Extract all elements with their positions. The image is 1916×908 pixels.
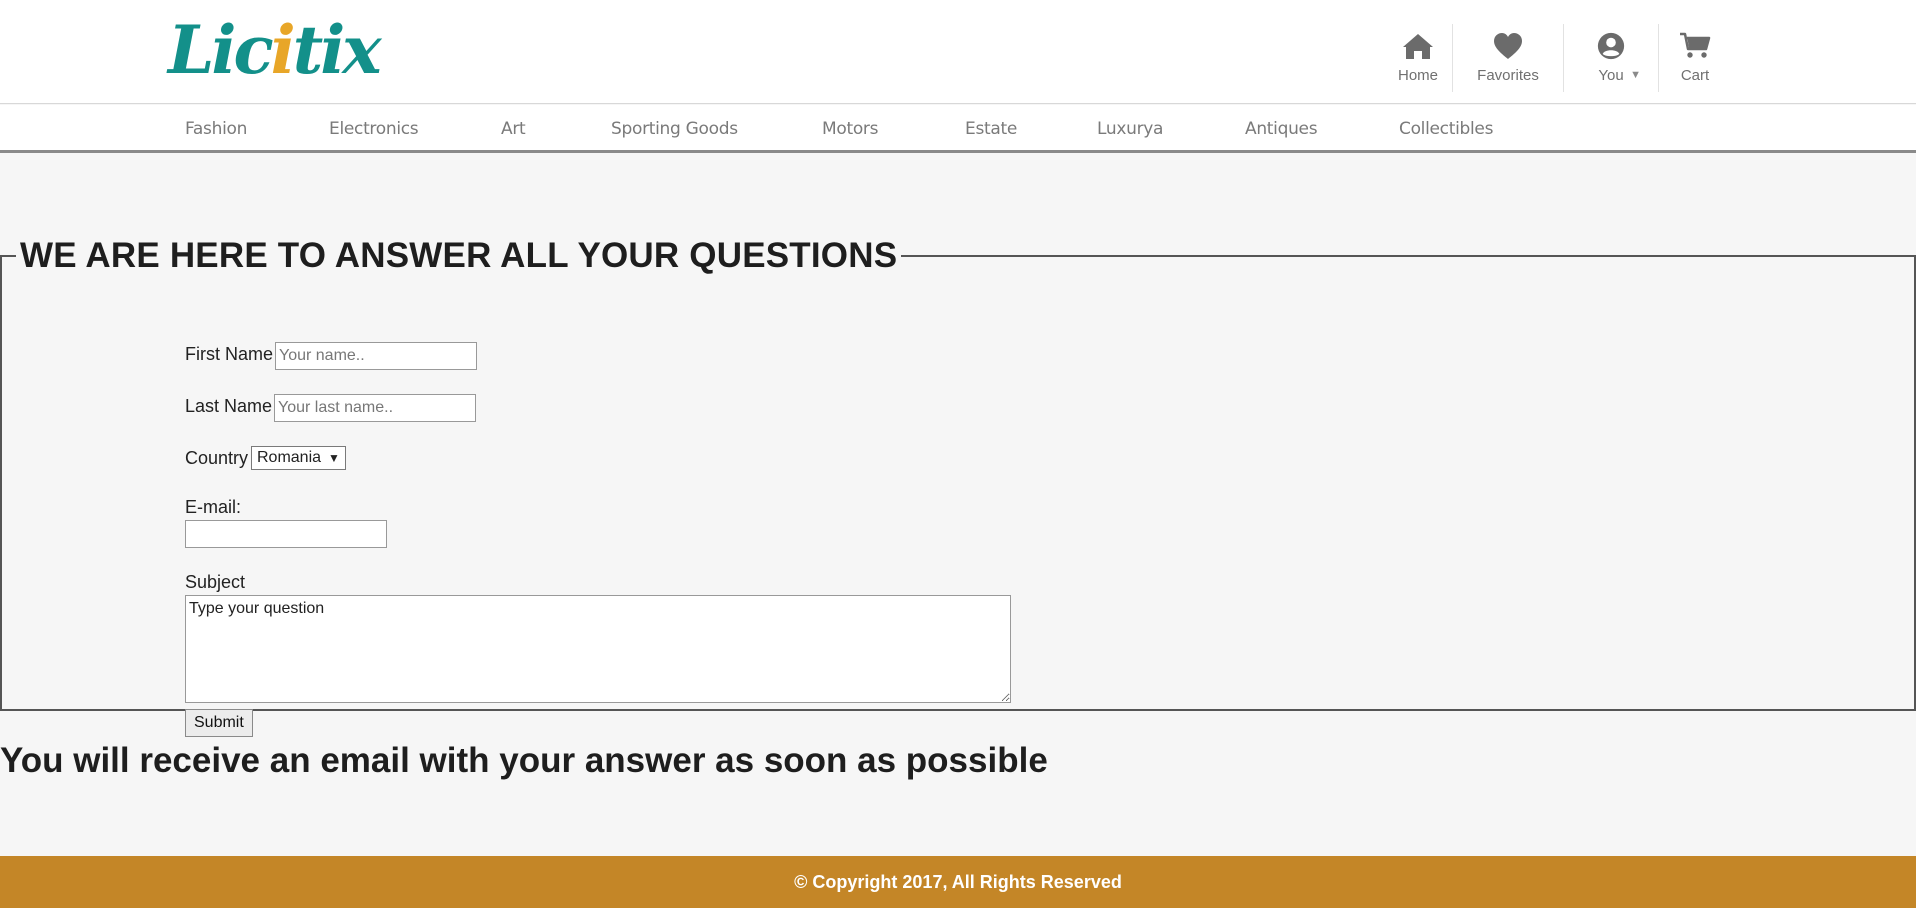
site-logo[interactable]: Lic i tix [168, 11, 382, 89]
category-estate[interactable]: Estate [965, 119, 1017, 139]
nav-account-label: You [1598, 67, 1624, 84]
category-fashion[interactable]: Fashion [185, 119, 247, 139]
first-name-input[interactable] [275, 342, 477, 370]
subject-label: Subject [185, 572, 246, 592]
nav-favorites-label: Favorites [1477, 67, 1539, 84]
country-select[interactable]: Romania ▼ [251, 446, 346, 470]
last-name-input[interactable] [274, 394, 476, 422]
category-luxurya[interactable]: Luxurya [1097, 119, 1163, 139]
category-art[interactable]: Art [501, 119, 526, 139]
select-arrow-icon: ▼ [328, 451, 340, 465]
first-name-label: First Name [185, 344, 274, 364]
caret-down-icon[interactable]: ▼ [1630, 69, 1641, 81]
nav-cart-label: Cart [1680, 67, 1710, 84]
country-label: Country [185, 448, 249, 468]
category-electronics[interactable]: Electronics [329, 119, 419, 139]
last-name-label: Last Name [185, 396, 273, 416]
user-circle-icon [1597, 32, 1625, 60]
subject-textarea[interactable]: Type your question [185, 595, 1011, 703]
logo-text-end: tix [292, 11, 382, 89]
category-collectibles[interactable]: Collectibles [1399, 119, 1493, 139]
logo-text-accent: i [270, 11, 296, 89]
copyright-text: © Copyright 2017, All Rights Reserved [794, 871, 1122, 892]
contact-form: WE ARE HERE TO ANSWER ALL YOUR QUESTIONS… [0, 236, 1916, 737]
submit-button[interactable]: Submit [185, 709, 253, 737]
nav-home[interactable]: Home [1384, 24, 1452, 94]
response-note: You will receive an email with your answ… [0, 741, 1048, 780]
site-header: Lic i tix Home Favorites You ▼ Cart [0, 0, 1916, 104]
category-sporting-goods[interactable]: Sporting Goods [611, 119, 738, 139]
email-input[interactable] [185, 520, 387, 548]
site-footer: © Copyright 2017, All Rights Reserved [0, 856, 1916, 908]
category-nav: Fashion Electronics Art Sporting Goods M… [0, 105, 1916, 153]
nav-cart[interactable]: Cart [1659, 24, 1731, 94]
nav-favorites[interactable]: Favorites [1453, 24, 1563, 94]
heart-icon [1494, 33, 1522, 59]
email-label: E-mail: [185, 497, 242, 517]
nav-home-label: Home [1397, 67, 1438, 84]
country-selected-value: Romania [257, 449, 322, 466]
category-antiques[interactable]: Antiques [1245, 119, 1318, 139]
house-icon [1403, 34, 1433, 59]
nav-account[interactable]: You ▼ [1564, 24, 1658, 94]
form-legend: WE ARE HERE TO ANSWER ALL YOUR QUESTIONS [20, 236, 898, 275]
logo-text-start: Lic [168, 11, 274, 89]
category-motors[interactable]: Motors [822, 119, 878, 139]
top-nav: Home Favorites You ▼ Cart [1384, 24, 1731, 94]
cart-icon [1680, 32, 1711, 58]
